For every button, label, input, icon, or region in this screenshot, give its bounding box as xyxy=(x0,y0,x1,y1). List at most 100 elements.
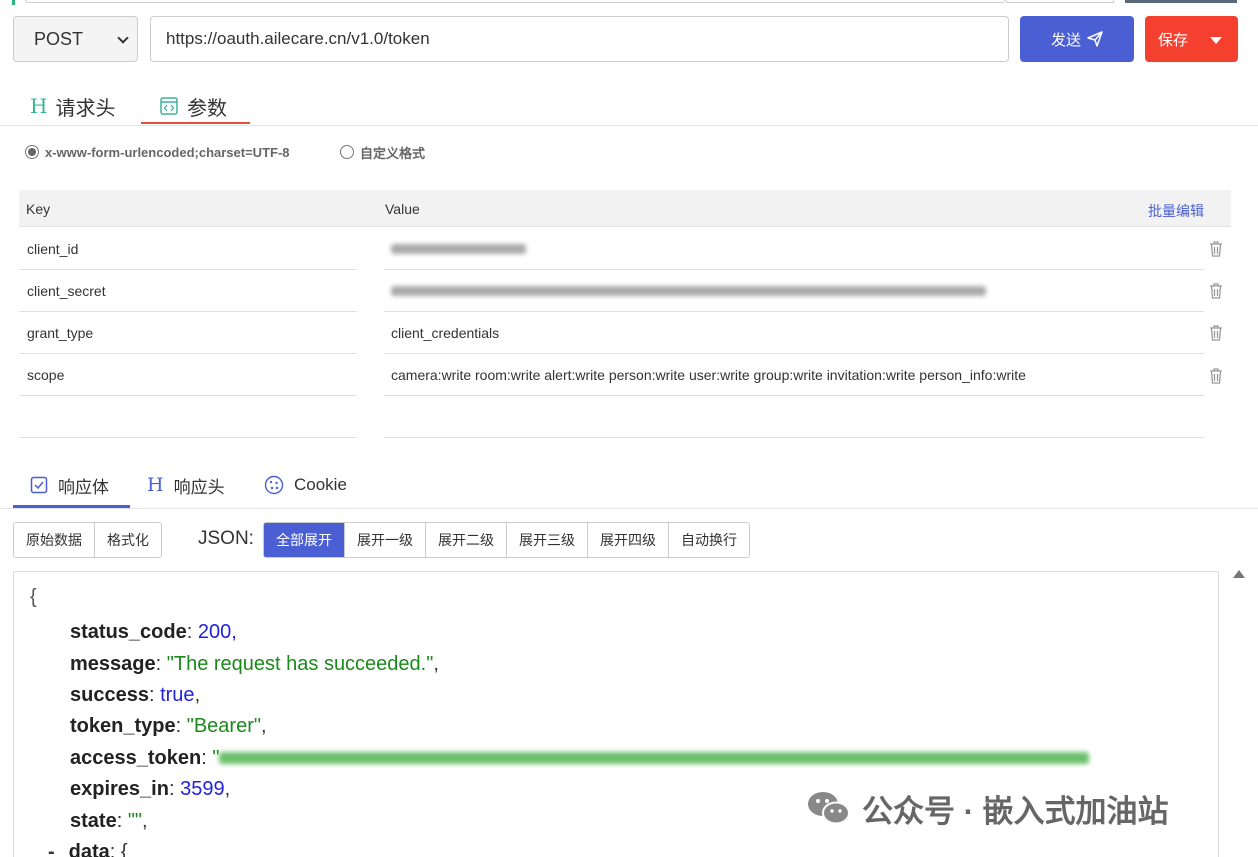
tab-params[interactable]: 参数 xyxy=(159,86,227,126)
json-key: state xyxy=(70,809,117,832)
param-key: scope xyxy=(27,366,65,383)
method-value: POST xyxy=(34,28,84,49)
save-button[interactable]: 保存 xyxy=(1145,16,1238,62)
json-value: 3599 xyxy=(180,777,225,800)
tab-label: 参数 xyxy=(187,97,227,120)
param-key: client_secret xyxy=(27,282,106,299)
paper-plane-icon xyxy=(1087,31,1103,47)
param-value-input[interactable] xyxy=(384,228,1204,270)
watermark: 公众号 · 嵌入式加油站 xyxy=(806,786,1169,830)
tab-label: 响应体 xyxy=(58,477,109,497)
json-key: data xyxy=(68,840,110,857)
tab-label: 响应头 xyxy=(173,477,225,497)
word-wrap-button[interactable]: 自动换行 xyxy=(669,523,749,557)
bulk-edit-link[interactable]: 批量编辑 xyxy=(1148,201,1204,221)
json-field-status-code: status_code: 200, xyxy=(70,620,237,643)
json-value: 200 xyxy=(197,620,232,643)
header-icon: H xyxy=(30,94,48,118)
param-value-input[interactable] xyxy=(384,270,1204,312)
scroll-up-arrow[interactable] xyxy=(1233,570,1245,578)
checkbox-icon xyxy=(30,476,48,494)
format-button[interactable]: 格式化 xyxy=(95,523,161,557)
tab-request-headers[interactable]: H 请求头 xyxy=(30,86,115,126)
send-button[interactable]: 发送 xyxy=(1020,16,1134,62)
redacted-token xyxy=(219,752,1090,764)
trash-icon[interactable] xyxy=(1209,241,1223,257)
param-key-input[interactable]: client_secret xyxy=(19,270,357,312)
json-open-brace: { xyxy=(30,586,37,608)
radio-button-checked[interactable] xyxy=(25,145,39,159)
radio-label: x-www-form-urlencoded;charset=UTF-8 xyxy=(45,144,290,160)
json-field-expires-in: expires_in: 3599, xyxy=(70,777,231,800)
json-value: "Bearer" xyxy=(186,714,261,737)
trash-icon[interactable] xyxy=(1209,325,1223,341)
trash-icon[interactable] xyxy=(1209,368,1223,384)
code-file-icon xyxy=(160,97,178,115)
param-value-input[interactable]: client_credentials xyxy=(384,312,1204,354)
param-key-input[interactable]: client_id xyxy=(19,228,357,270)
json-key: expires_in xyxy=(70,777,169,800)
view-mode-group: 原始数据 格式化 xyxy=(13,522,162,558)
param-key: client_id xyxy=(27,240,79,257)
json-field-access-token: access_token: " xyxy=(70,743,1090,773)
tab-cookie[interactable]: Cookie xyxy=(264,466,347,504)
json-key: message xyxy=(70,652,156,675)
url-input[interactable]: https://oauth.ailecare.cn/v1.0/token xyxy=(150,16,1009,62)
tab-active-underline xyxy=(141,122,250,124)
expand-level-group: 全部展开 展开一级 展开二级 展开三级 展开四级 自动换行 xyxy=(263,522,750,558)
tab-response-headers[interactable]: H 响应头 xyxy=(147,466,225,504)
raw-data-button[interactable]: 原始数据 xyxy=(14,523,95,557)
tab-label: 请求头 xyxy=(55,97,116,120)
tab-response-body[interactable]: 响应体 xyxy=(30,466,109,504)
redacted-value xyxy=(391,243,526,254)
json-key: success xyxy=(70,683,149,706)
caret-down-icon[interactable] xyxy=(1210,37,1222,44)
param-key-input[interactable]: grant_type xyxy=(19,312,357,354)
redacted-value xyxy=(391,285,986,296)
json-value: { xyxy=(120,840,128,857)
param-key-input[interactable]: scope xyxy=(19,354,357,396)
expand-level-4-button[interactable]: 展开四级 xyxy=(588,523,669,557)
method-select[interactable]: POST xyxy=(13,16,138,62)
json-value: true xyxy=(160,683,195,706)
collapse-toggle[interactable]: - xyxy=(48,841,55,857)
json-value: " xyxy=(212,746,220,769)
radio-button[interactable] xyxy=(340,145,354,159)
json-field-success: success: true, xyxy=(70,683,201,706)
json-key: status_code xyxy=(70,620,187,643)
json-field-message: message: "The request has succeeded.", xyxy=(70,652,439,675)
cookie-icon xyxy=(264,475,284,495)
radio-urlencoded[interactable]: x-www-form-urlencoded;charset=UTF-8 xyxy=(25,140,290,164)
radio-label: 自定义格式 xyxy=(360,145,426,161)
param-key-input-empty[interactable] xyxy=(19,396,357,438)
param-value-input-empty[interactable] xyxy=(384,396,1204,438)
radio-custom-format[interactable]: 自定义格式 xyxy=(340,140,425,164)
column-key: Key xyxy=(26,201,51,217)
json-field-data: - data: { xyxy=(48,837,128,857)
expand-level-3-button[interactable]: 展开三级 xyxy=(507,523,588,557)
param-value: client_credentials xyxy=(391,324,500,341)
expand-level-1-button[interactable]: 展开一级 xyxy=(345,523,426,557)
param-key: grant_type xyxy=(27,324,94,341)
tab-label: Cookie xyxy=(294,475,347,494)
send-label: 发送 xyxy=(1050,31,1081,49)
tabs-divider xyxy=(0,125,1258,126)
expand-all-button[interactable]: 全部展开 xyxy=(264,523,345,557)
watermark-text: 公众号 · 嵌入式加油站 xyxy=(862,793,1169,829)
url-value: https://oauth.ailecare.cn/v1.0/token xyxy=(166,29,430,48)
params-table-header: Key Value 批量编辑 xyxy=(19,190,1231,227)
wechat-icon xyxy=(808,792,850,825)
json-key: token_type xyxy=(70,714,176,737)
json-value: "" xyxy=(127,809,143,832)
save-label: 保存 xyxy=(1158,31,1189,49)
previous-button-edge xyxy=(1006,0,1114,3)
expand-level-2-button[interactable]: 展开二级 xyxy=(426,523,507,557)
json-field-token-type: token_type: "Bearer", xyxy=(70,714,267,737)
trash-icon[interactable] xyxy=(1209,283,1223,299)
previous-input-edge xyxy=(25,0,1005,3)
active-indicator xyxy=(12,0,15,5)
param-value-input[interactable]: camera:write room:write alert:write pers… xyxy=(384,354,1204,396)
header-icon: H xyxy=(147,474,164,496)
previous-button-edge-dark xyxy=(1125,0,1237,3)
json-field-state: state: "", xyxy=(70,809,148,832)
